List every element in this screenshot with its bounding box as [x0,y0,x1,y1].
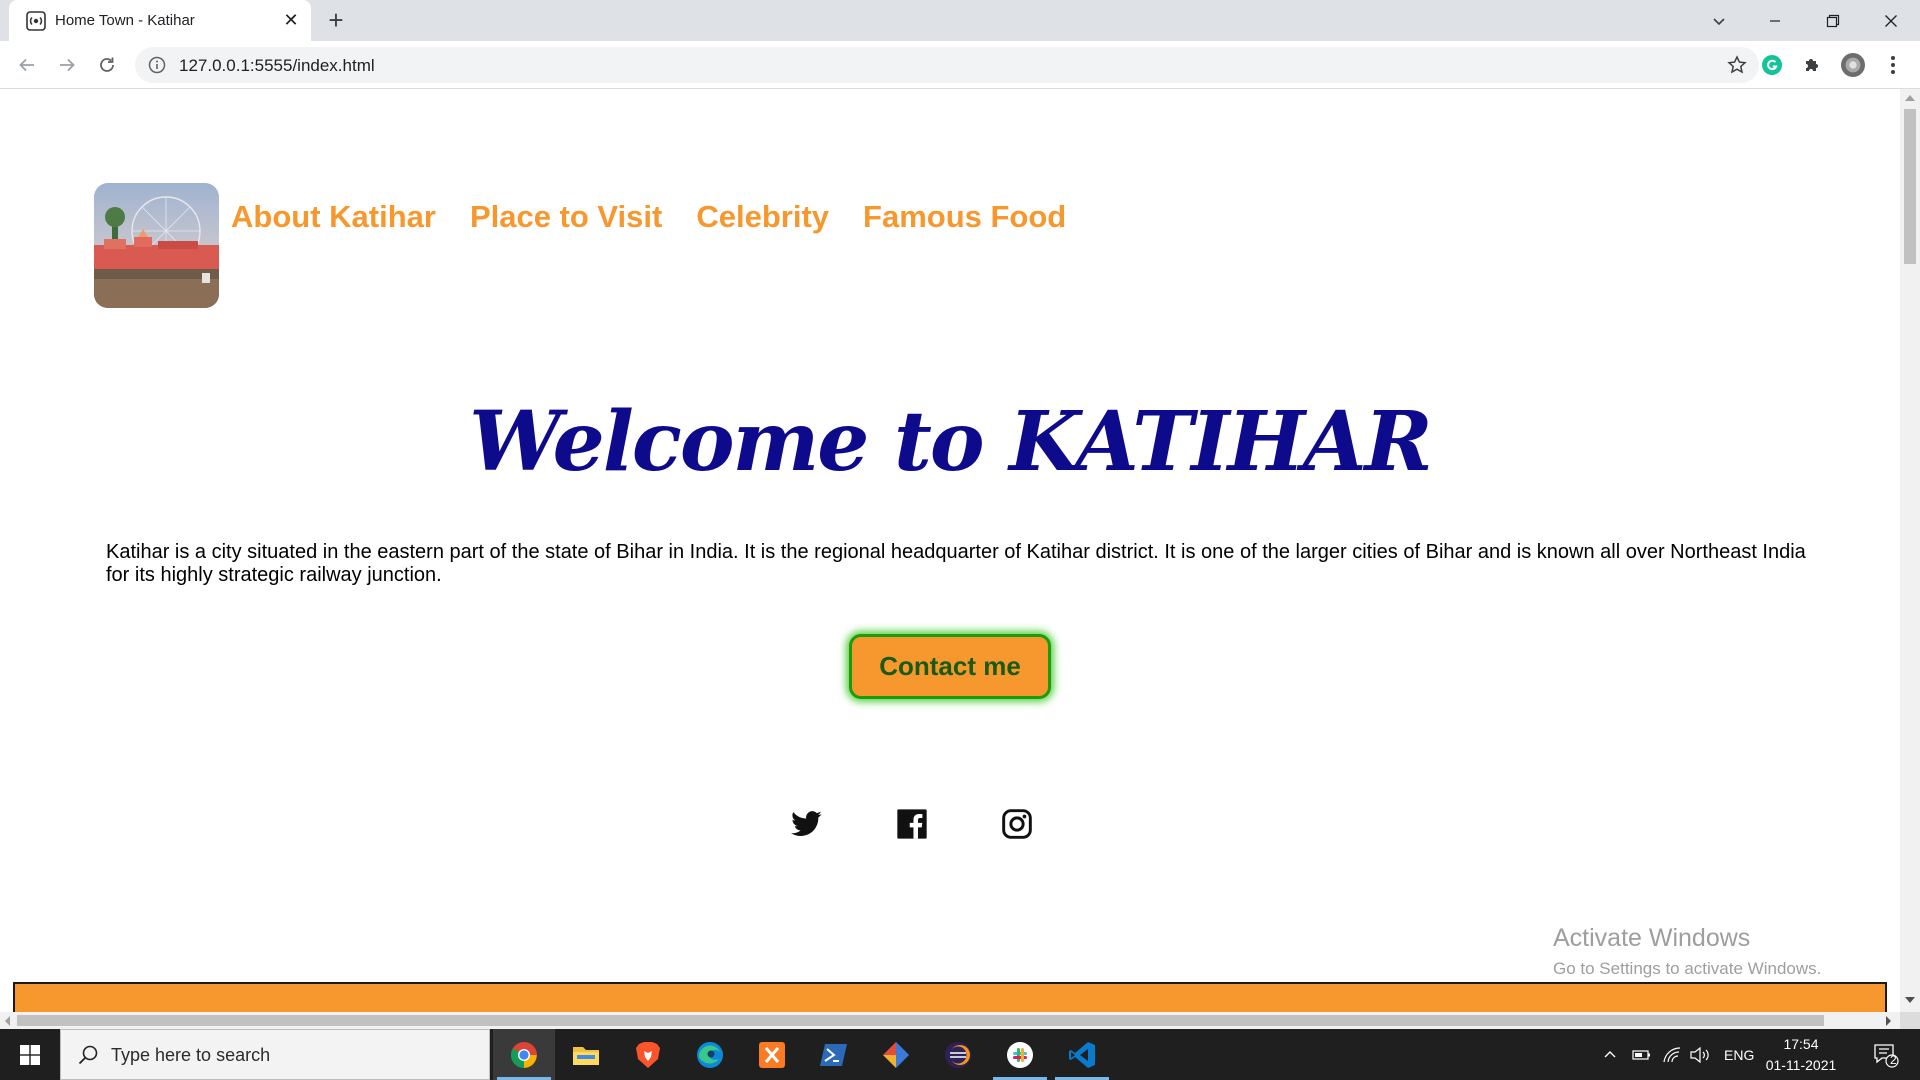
browser-tab[interactable]: Home Town - Katihar ✕ [9,0,311,41]
taskbar-app-vscode[interactable] [1051,1029,1113,1080]
tab-strip: Home Town - Katihar ✕ + [0,0,1920,41]
activate-windows-subtitle: Go to Settings to activate Windows. [1553,959,1822,978]
info-icon[interactable] [148,56,166,74]
city-photo-icon [94,183,219,308]
action-center-button[interactable]: 2 [1866,1029,1906,1080]
reload-icon [100,57,114,72]
restore-button[interactable] [1805,0,1861,41]
vscode-icon [1069,1041,1095,1068]
network-indicator[interactable] [1662,1029,1682,1080]
horizontal-scrollbar[interactable] [0,1012,1900,1029]
language-indicator[interactable]: ENG [1724,1029,1754,1080]
page-viewport: About Katihar Place to Visit Celebrity F… [0,89,1900,1012]
battery-indicator[interactable] [1632,1029,1652,1080]
footer-bar [13,982,1887,1012]
nav-link-celebrity[interactable]: Celebrity [696,199,829,235]
new-tab-button[interactable]: + [322,7,350,35]
windows-logo-icon [20,1044,40,1065]
search-icon [78,1045,98,1065]
broadcast-favicon-icon [26,11,46,31]
welcome-heading: Welcome to KATIHAR [469,394,1433,490]
volume-indicator[interactable] [1690,1029,1712,1080]
intro-paragraph: Katihar is a city situated in the easter… [106,541,1806,586]
kebab-menu-icon [1891,56,1895,74]
profile-button[interactable] [1841,53,1865,77]
tab-title: Home Town - Katihar [55,12,195,29]
taskbar-app-xampp[interactable] [741,1029,803,1080]
puzzle-icon [1806,59,1818,71]
battery-icon [1632,1049,1650,1060]
edge-icon [697,1041,723,1068]
taskbar-app-eclipse[interactable] [927,1029,989,1080]
taskbar-app-slack[interactable] [989,1029,1051,1080]
katihar-logo-image[interactable] [94,183,219,308]
grammarly-icon [1762,55,1782,75]
back-button[interactable] [13,51,41,79]
scroll-left-arrow-icon[interactable] [5,1016,10,1026]
scroll-right-arrow-icon[interactable] [1886,1016,1891,1026]
git-diamond-icon [883,1041,909,1068]
close-icon [1885,14,1897,27]
extensions-button[interactable] [1800,53,1824,77]
taskbar-app-brave[interactable] [617,1029,679,1080]
wifi-icon [1663,1046,1681,1062]
tab-search-button[interactable] [1691,0,1747,41]
browser-menu-button[interactable] [1881,53,1905,77]
minimize-button[interactable] [1747,0,1803,41]
arrow-left-icon [19,58,34,72]
minimize-icon [1770,19,1780,22]
taskbar-app-git[interactable] [865,1029,927,1080]
clock-time: 17:54 [1783,1036,1819,1052]
speaker-icon [1690,1046,1709,1063]
xampp-icon [759,1041,785,1068]
slack-icon [1007,1041,1033,1068]
taskbar-clock[interactable]: 17:54 01-11-2021 [1756,1034,1846,1076]
taskbar-search[interactable]: Type here to search [60,1029,490,1080]
chevron-down-icon [1713,17,1725,25]
horizontal-scroll-thumb[interactable] [17,1015,1824,1026]
grammarly-extension[interactable] [1760,53,1784,77]
forward-button[interactable] [53,51,81,79]
tray-overflow-button[interactable] [1602,1029,1618,1080]
windows-taskbar: Type here to search ENG 17:54 01-11-2021… [0,1029,1920,1080]
activate-windows-title: Activate Windows [1553,924,1751,952]
avatar-icon [1841,53,1865,77]
taskbar-app-powershell[interactable] [803,1029,865,1080]
vertical-scroll-thumb[interactable] [1904,109,1916,264]
nav-link-food[interactable]: Famous Food [863,199,1066,235]
folder-icon [573,1046,599,1065]
scroll-up-arrow-icon[interactable] [1905,95,1915,101]
nav-link-places[interactable]: Place to Visit [470,199,662,235]
url-text[interactable]: 127.0.0.1:5555/index.html [179,56,375,76]
facebook-icon[interactable] [896,808,928,840]
search-placeholder: Type here to search [111,1045,271,1065]
scroll-down-arrow-icon[interactable] [1905,997,1915,1003]
scrollbar-corner [1900,1012,1920,1029]
vertical-scrollbar[interactable] [1900,89,1920,1012]
clock-date: 01-11-2021 [1765,1057,1837,1073]
close-window-button[interactable] [1863,0,1919,41]
reload-button[interactable] [93,51,121,79]
instagram-icon[interactable] [1001,808,1033,840]
nav-link-about[interactable]: About Katihar [231,199,436,235]
main-navigation: About Katihar Place to Visit Celebrity F… [231,199,1066,235]
brave-lion-icon [636,1041,660,1068]
taskbar-app-chrome[interactable] [493,1029,555,1080]
chevron-up-icon [1604,1050,1616,1057]
taskbar-app-file-explorer[interactable] [555,1029,617,1080]
star-icon[interactable] [1727,55,1747,75]
arrow-right-icon [60,58,75,72]
taskbar-app-edge[interactable] [679,1029,741,1080]
chrome-icon [510,1041,537,1068]
restore-icon [1826,14,1840,27]
twitter-icon[interactable] [791,808,823,840]
address-bar[interactable]: 127.0.0.1:5555/index.html [135,47,1759,83]
eclipse-icon [945,1041,971,1068]
powershell-icon [820,1043,847,1066]
browser-toolbar: 127.0.0.1:5555/index.html [0,41,1920,89]
tab-close-icon[interactable]: ✕ [280,9,302,31]
contact-me-button[interactable]: Contact me [849,634,1051,699]
start-button[interactable] [0,1029,60,1080]
notification-count: 2 [1890,1053,1897,1067]
